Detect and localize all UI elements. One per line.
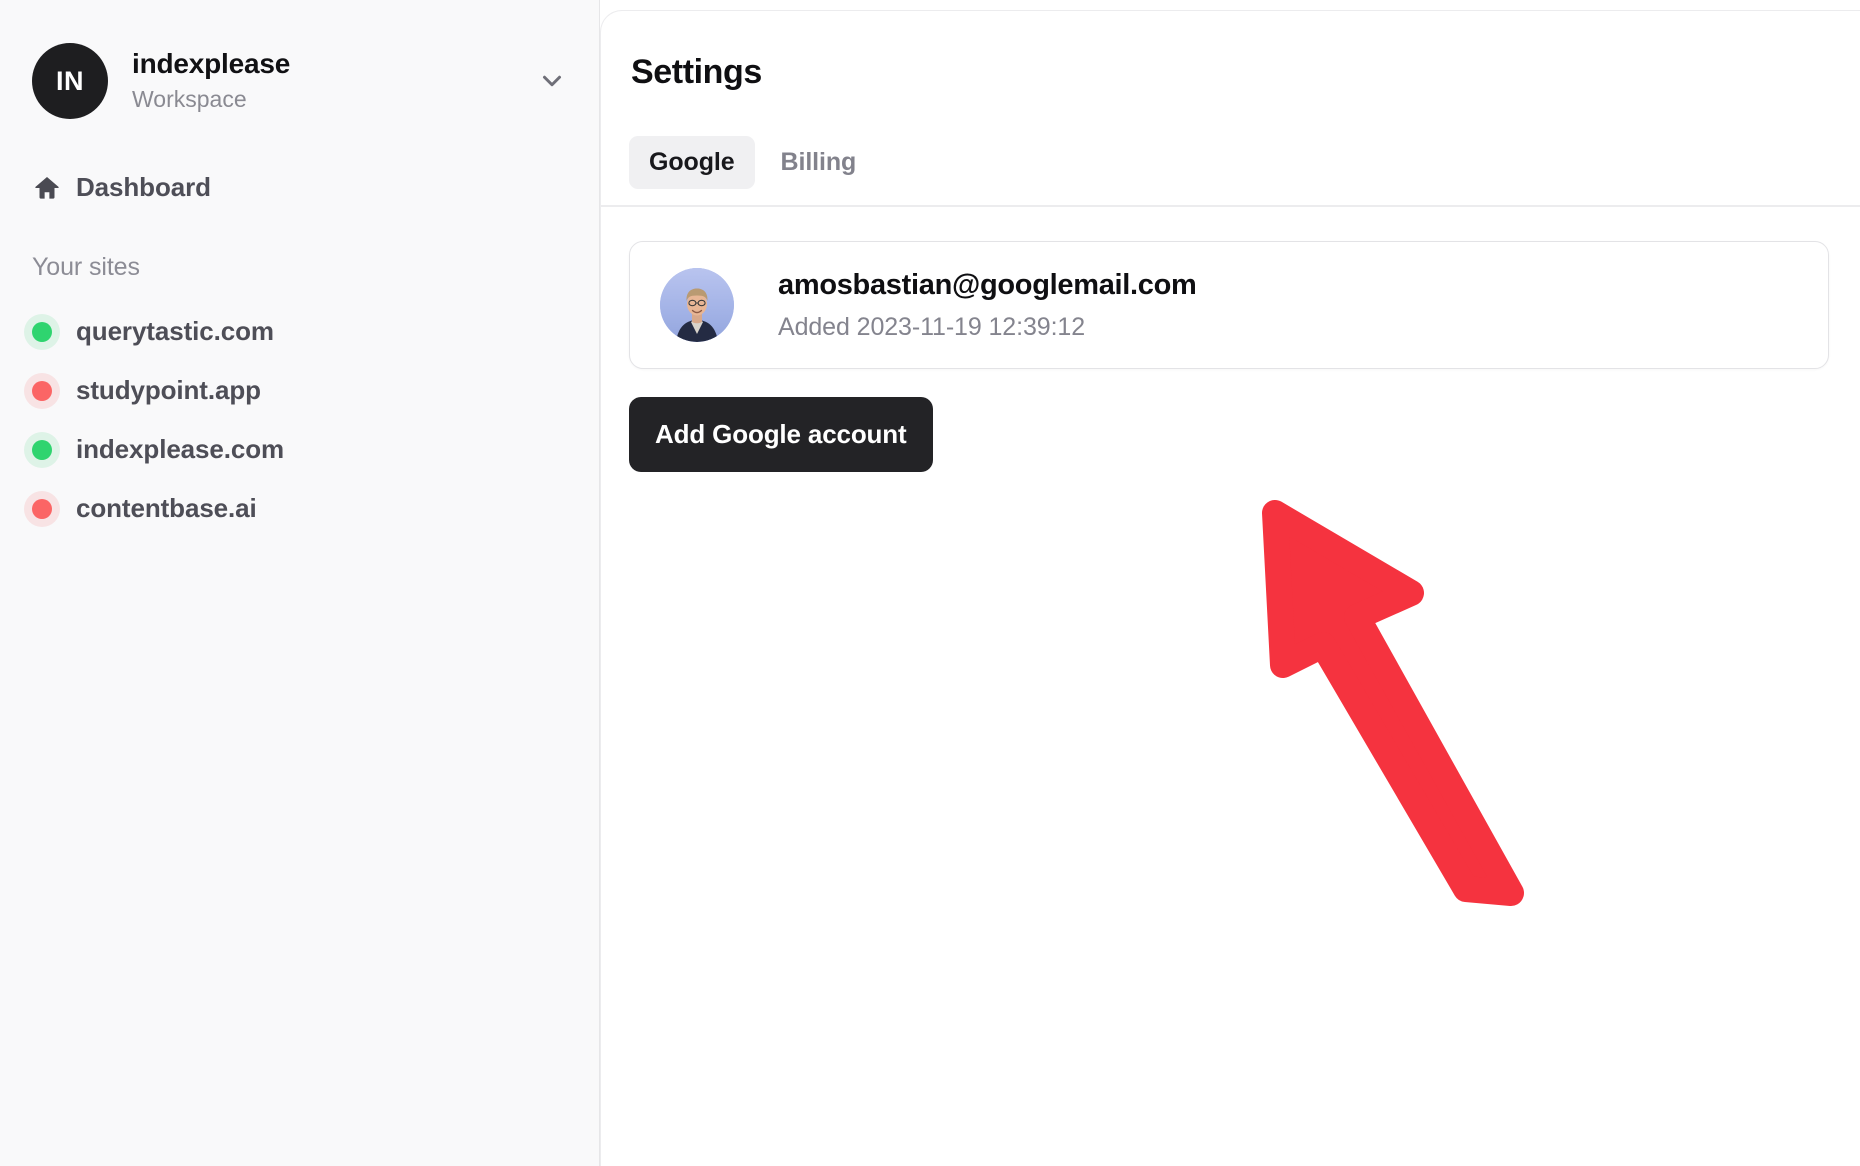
workspace-switcher[interactable]: IN indexplease Workspace	[0, 0, 599, 132]
sites-section-label: Your sites	[32, 253, 140, 281]
site-label: contentbase.ai	[76, 493, 257, 523]
primary-nav: Dashboard	[0, 162, 599, 213]
site-label: studypoint.app	[76, 375, 261, 405]
tabs-divider	[601, 205, 1860, 207]
account-info: amosbastian@googlemail.com Added 2023-11…	[778, 268, 1197, 342]
status-indicator-icon	[32, 321, 52, 342]
site-label: indexplease.com	[76, 434, 285, 464]
status-dot-wrap	[32, 439, 76, 460]
sidebar-item-dashboard[interactable]: Dashboard	[24, 162, 575, 213]
sidebar-item-label: Dashboard	[76, 172, 211, 202]
sidebar-item-contentbase[interactable]: contentbase.ai	[24, 479, 575, 538]
settings-tabs: Google Billing	[601, 136, 1860, 189]
sidebar-item-indexplease[interactable]: indexplease.com	[24, 420, 575, 479]
sites-list: querytastic.com studypoint.app indexplea…	[0, 302, 599, 538]
workspace-avatar: IN	[32, 43, 108, 119]
app-root: IN indexplease Workspace Dashboard Your …	[0, 0, 1860, 1166]
workspace-subtitle: Workspace	[132, 86, 247, 113]
sidebar-item-studypoint[interactable]: studypoint.app	[24, 361, 575, 420]
site-label: querytastic.com	[76, 316, 274, 346]
sidebar-item-querytastic[interactable]: querytastic.com	[24, 302, 575, 361]
status-dot-wrap	[32, 321, 76, 342]
page-title: Settings	[631, 53, 762, 91]
account-added-date: Added 2023-11-19 12:39:12	[778, 312, 1086, 341]
add-google-account-button[interactable]: Add Google account	[629, 397, 933, 472]
status-dot-wrap	[32, 380, 76, 401]
tab-google[interactable]: Google	[629, 136, 755, 189]
chevron-down-icon[interactable]	[537, 66, 571, 96]
status-indicator-icon	[32, 380, 52, 401]
home-icon	[32, 173, 76, 203]
status-indicator-icon	[32, 498, 52, 519]
google-account-card: amosbastian@googlemail.com Added 2023-11…	[629, 241, 1829, 369]
workspace-name: indexplease	[132, 47, 291, 79]
workspace-text: indexplease Workspace	[132, 47, 537, 115]
cursor-arrow-pointer-icon	[1261, 497, 1551, 912]
status-indicator-icon	[32, 439, 52, 460]
tab-billing[interactable]: Billing	[761, 136, 877, 189]
account-email: amosbastian@googlemail.com	[778, 269, 1197, 302]
main-panel: Settings Google Billing amosbastian@goog…	[600, 10, 1860, 1166]
avatar	[660, 268, 734, 342]
workspace-initials: IN	[56, 65, 84, 96]
sidebar: IN indexplease Workspace Dashboard Your …	[0, 0, 600, 1166]
status-dot-wrap	[32, 498, 76, 519]
